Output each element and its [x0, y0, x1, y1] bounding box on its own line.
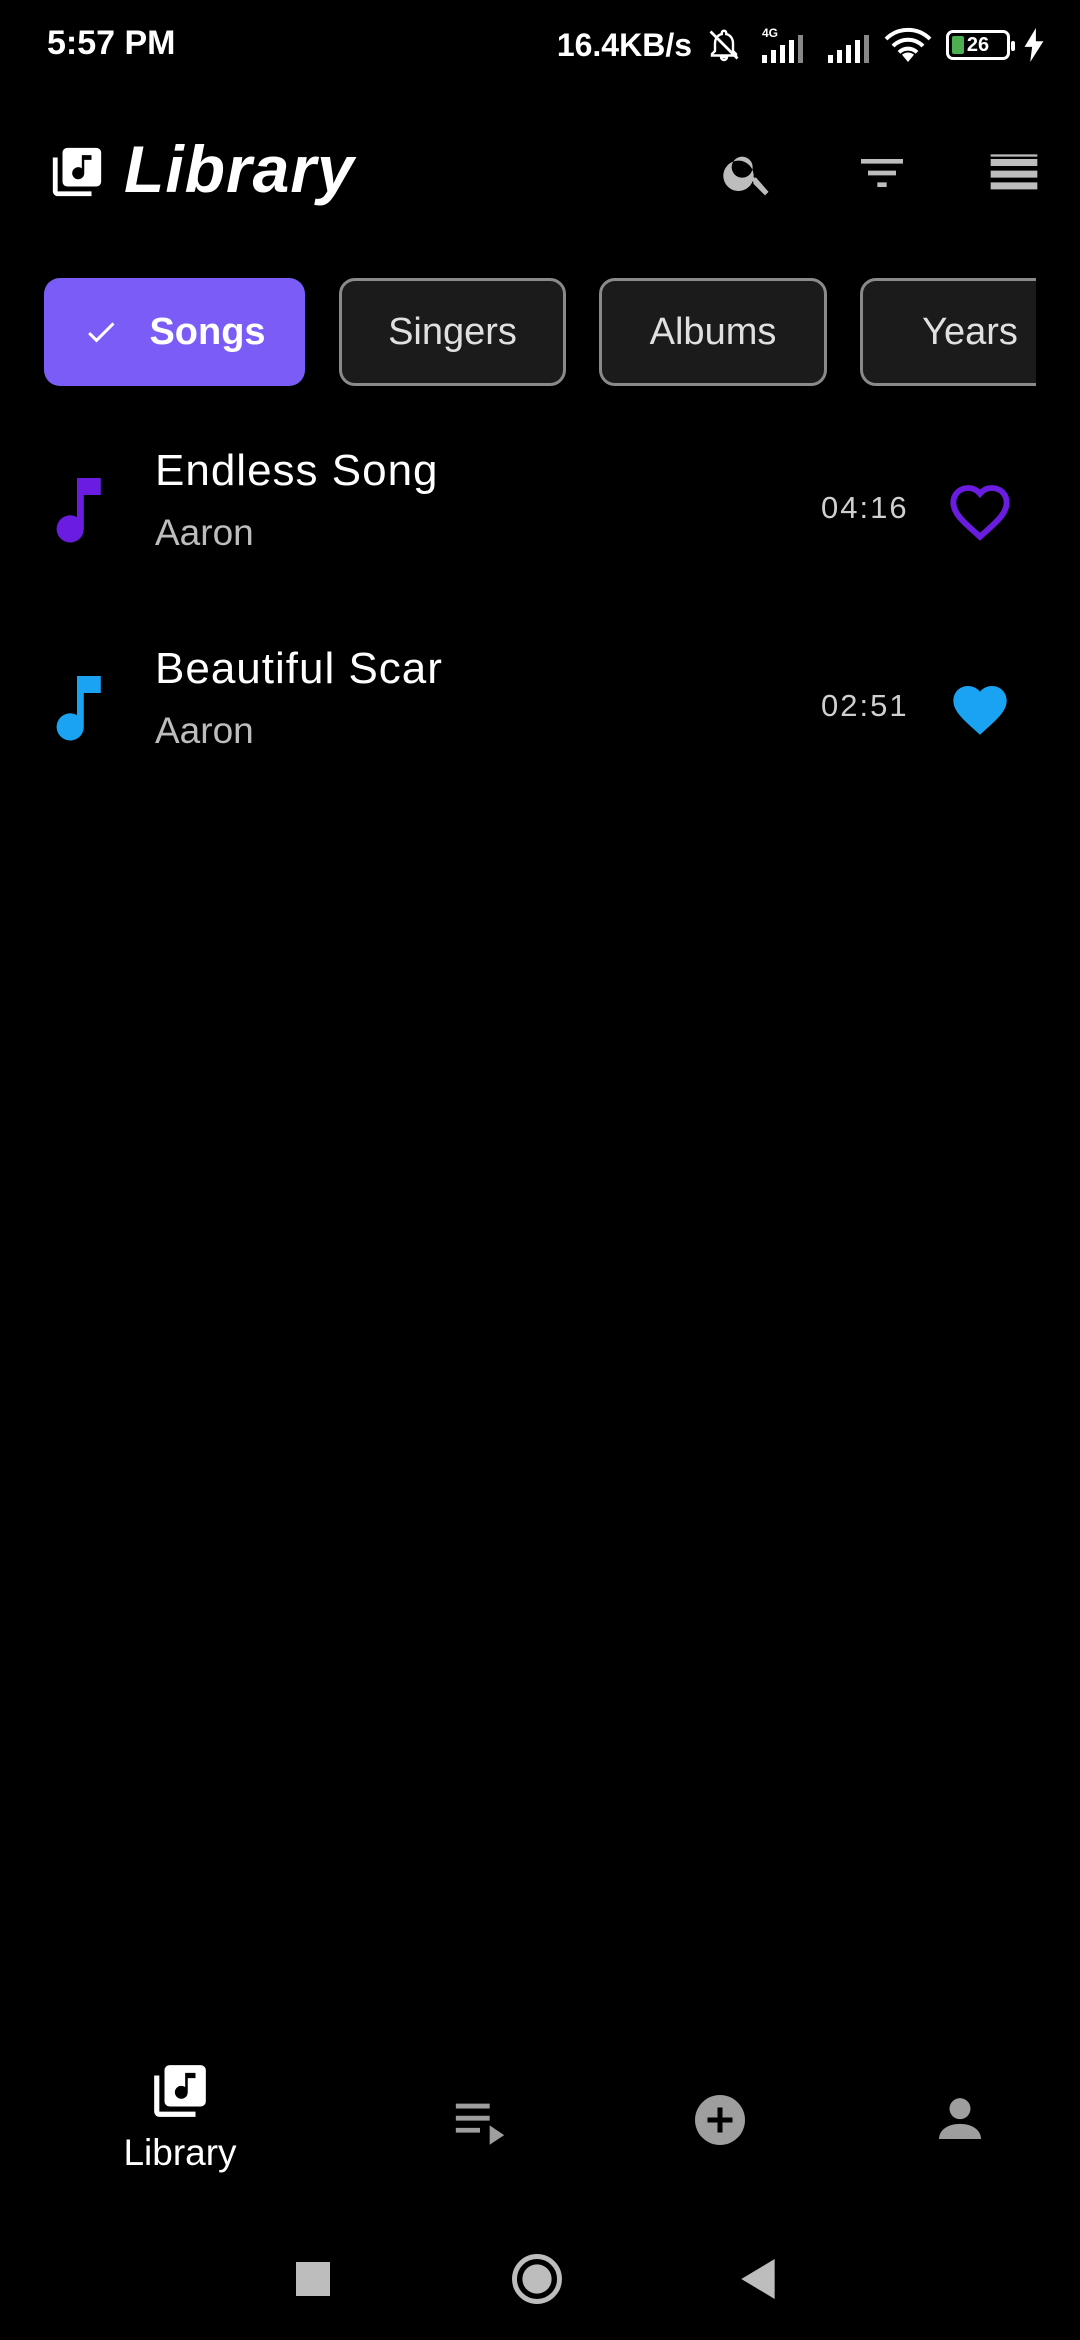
song-duration: 04:16 [821, 490, 909, 525]
heart-outline-icon [950, 485, 1010, 541]
chip-label: Albums [649, 310, 777, 353]
chip-albums[interactable]: Albums [599, 278, 827, 386]
battery-level: 26 [966, 33, 990, 56]
song-duration: 02:51 [821, 688, 909, 723]
status-time: 5:57 PM [47, 24, 176, 62]
system-nav [0, 2230, 1080, 2340]
music-note-icon [56, 478, 101, 543]
library-logo-icon [52, 147, 102, 197]
square-icon [296, 2262, 330, 2296]
song-row[interactable]: Beautiful Scar Aaron 02:51 [0, 630, 1080, 790]
chip-singers[interactable]: Singers [339, 278, 566, 386]
chip-label: Singers [388, 310, 517, 353]
nav-library[interactable]: Library [90, 2060, 270, 2200]
signal-4g-icon: 4G [756, 25, 812, 65]
heart-filled-icon [953, 686, 1007, 735]
svg-text:4G: 4G [762, 26, 778, 40]
check-icon [83, 314, 119, 350]
filter-button[interactable] [852, 143, 912, 203]
queue-play-icon [455, 2103, 505, 2145]
favorite-button[interactable] [944, 674, 1016, 746]
chip-label: Songs [149, 310, 266, 353]
bottom-nav: Library [0, 2060, 1080, 2200]
filter-chips: Songs Singers Albums Years [44, 278, 1036, 386]
back-button[interactable] [723, 2244, 793, 2314]
song-artist: Aaron [155, 512, 254, 553]
chip-label: Years [922, 310, 1018, 353]
nav-profile[interactable] [918, 2060, 1002, 2200]
charging-icon [1024, 28, 1044, 62]
library-icon [154, 2065, 206, 2117]
favorite-button[interactable] [944, 476, 1016, 548]
network-speed: 16.4KB/s [556, 26, 692, 63]
battery-fill [952, 36, 964, 54]
circle-icon [512, 2254, 562, 2304]
page-title: Library [124, 132, 355, 206]
search-button[interactable] [718, 143, 778, 203]
add-circle-icon [695, 2095, 745, 2145]
chip-years[interactable]: Years [860, 278, 1036, 386]
status-icons: 16.4KB/s 4G 26 [557, 20, 1044, 70]
person-icon [939, 2098, 981, 2139]
wifi-icon [884, 26, 932, 64]
view-list-button[interactable] [984, 143, 1044, 203]
app-header: Library [0, 125, 1080, 220]
recents-button[interactable] [278, 2244, 348, 2314]
back-triangle-icon [741, 2259, 775, 2299]
filter-icon [861, 159, 903, 187]
home-button[interactable] [502, 2244, 572, 2314]
nav-queue[interactable] [440, 2060, 520, 2200]
view-list-icon [990, 154, 1038, 190]
song-row[interactable]: Endless Song Aaron 04:16 [0, 432, 1080, 592]
song-title: Endless Song [155, 446, 439, 495]
nav-label: Library [123, 2132, 237, 2173]
music-note-icon [56, 676, 101, 741]
mute-bell-icon [706, 26, 742, 64]
status-bar: 5:57 PM 16.4KB/s 4G 26 [0, 0, 1080, 92]
song-artist: Aaron [155, 710, 254, 751]
search-icon [723, 156, 769, 196]
battery-icon: 26 [946, 30, 1015, 60]
signal-icon [826, 25, 870, 65]
screen: 5:57 PM 16.4KB/s 4G 26 Library Songs Sin… [0, 0, 1080, 2340]
song-title: Beautiful Scar [155, 644, 443, 693]
chip-songs[interactable]: Songs [44, 278, 305, 386]
nav-add[interactable] [678, 2060, 762, 2200]
